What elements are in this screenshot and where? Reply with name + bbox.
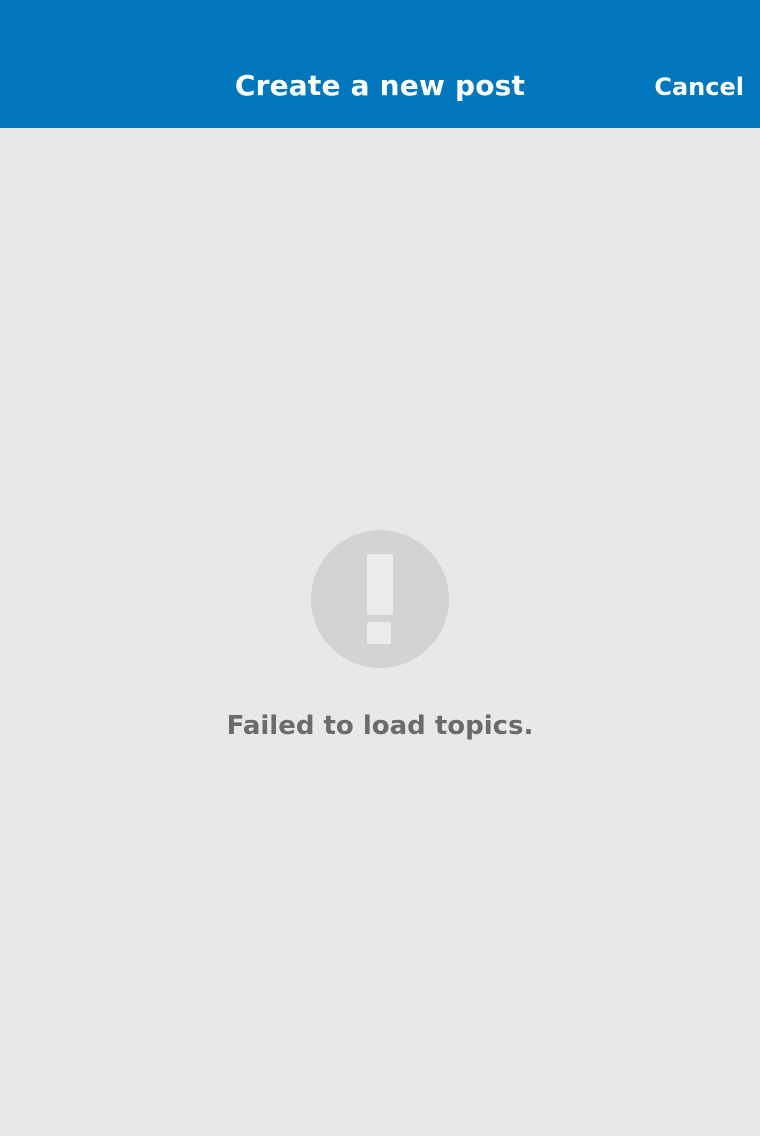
error-state: Failed to load topics.	[0, 128, 760, 1136]
exclamation-circle-icon	[311, 530, 449, 668]
error-message: Failed to load topics.	[226, 711, 534, 741]
create-post-screen: Create a new post Cancel Failed to load …	[0, 0, 760, 1136]
cancel-button[interactable]: Cancel	[654, 70, 744, 104]
top-app-bar: Create a new post Cancel	[0, 0, 760, 128]
page-title: Create a new post	[234, 69, 526, 102]
